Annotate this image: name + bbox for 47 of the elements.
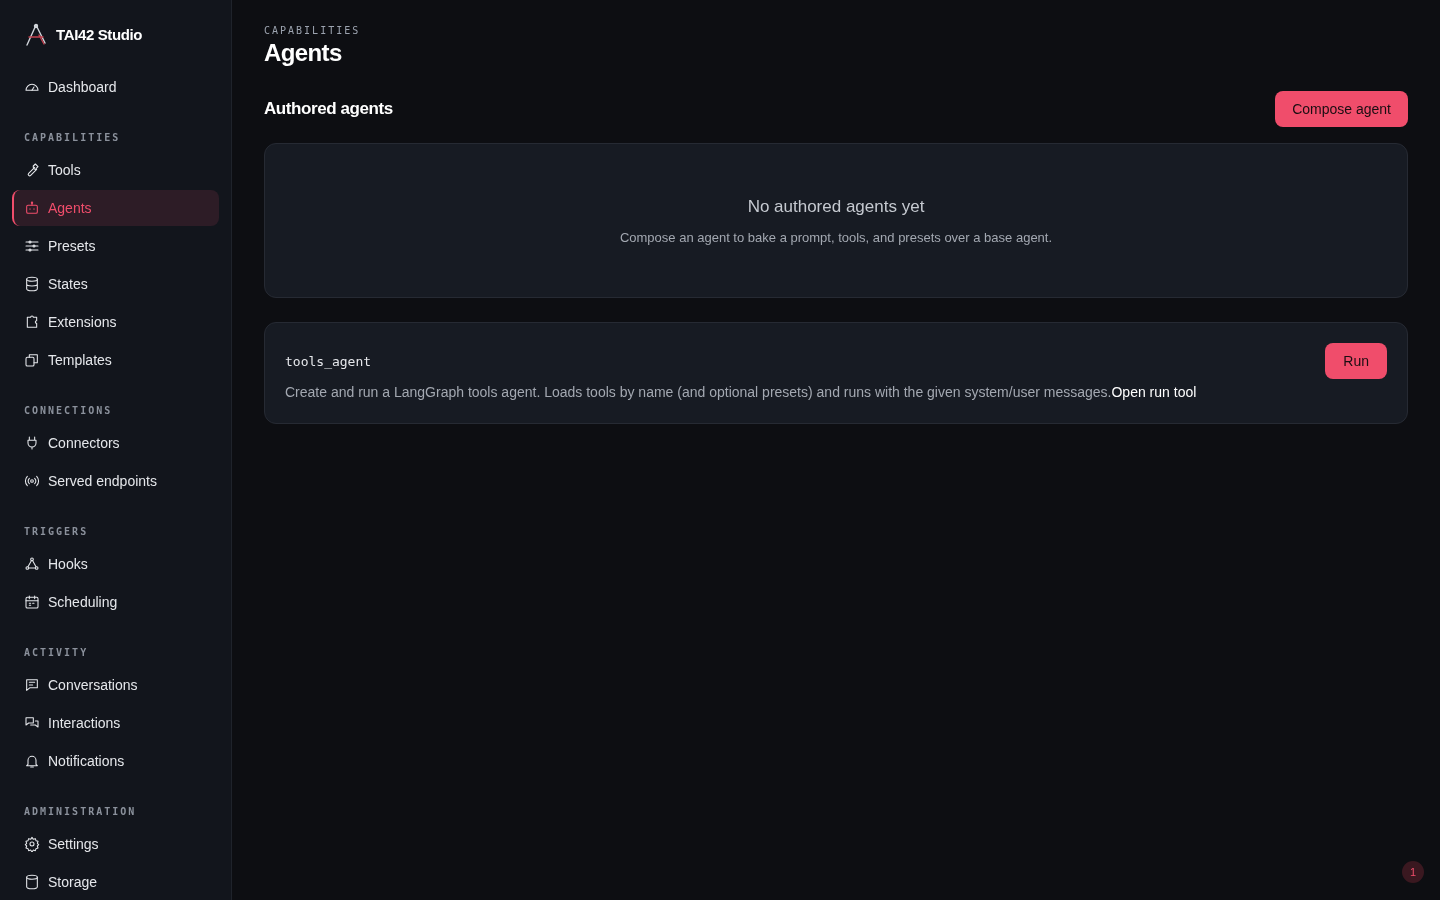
nav-item[interactable]: Agents (12, 190, 219, 226)
nav-item[interactable]: Notifications (12, 743, 219, 779)
nav-item[interactable]: Interactions (12, 705, 219, 741)
notification-badge[interactable]: 1 (1402, 861, 1424, 883)
gear-icon (24, 836, 40, 852)
plug-icon (24, 435, 40, 451)
nav-item[interactable]: Presets (12, 228, 219, 264)
empty-state-title: No authored agents yet (747, 195, 925, 218)
broadcast-icon (24, 473, 40, 489)
run-button[interactable]: Run (1325, 343, 1387, 379)
compose-agent-button[interactable]: Compose agent (1275, 91, 1408, 127)
section-heading: ADMINISTRATION (23, 806, 138, 818)
agent-name: tools_agent (285, 353, 373, 371)
nav-item[interactable]: Settings (12, 826, 219, 862)
compass-logo-icon (24, 23, 48, 47)
bell-icon (24, 753, 40, 769)
agent-description: Create and run a LangGraph tools agent. Loads tools by name (and optional presets) and runs with the given system/user messages. (285, 383, 1112, 400)
nav-item[interactable]: Tools (12, 152, 219, 188)
section-title: Authored agents (264, 98, 393, 121)
copy-icon (24, 352, 40, 368)
brand-name: TAI42 Studio (56, 24, 143, 45)
nav-item[interactable]: Conversations (12, 667, 219, 703)
section-heading: CAPABILITIES (23, 132, 122, 144)
nav-item[interactable]: Connectors (12, 425, 219, 461)
section-heading: ACTIVITY (23, 647, 90, 659)
robot-icon (24, 200, 40, 216)
nav-item[interactable]: Storage (12, 864, 219, 900)
nav-item[interactable]: States (12, 266, 219, 302)
section-heading: CONNECTIONS (23, 405, 114, 417)
puzzle-icon (24, 314, 40, 330)
nav-item[interactable]: Dashboard (12, 69, 219, 105)
nav-item[interactable]: Extensions (12, 304, 219, 340)
section-heading: TRIGGERS (23, 526, 90, 538)
nodes-icon (24, 556, 40, 572)
nav-item[interactable]: Scheduling (12, 584, 219, 620)
open-run-tool-link[interactable]: Open run tool (1111, 383, 1197, 400)
page-eyebrow: CAPABILITIES (264, 25, 362, 37)
message-icon (24, 677, 40, 693)
sliders-icon (24, 238, 40, 254)
nav-item[interactable]: Served endpoints (12, 463, 219, 499)
nav-item[interactable]: Templates (12, 342, 219, 378)
page-title: Agents (264, 38, 343, 68)
empty-state-text: Compose an agent to bake a prompt, tools, and presets over a base agent. (619, 229, 1053, 247)
nav-item[interactable]: Hooks (12, 546, 219, 582)
calendar-icon (24, 594, 40, 610)
database-icon (24, 874, 40, 890)
database-icon (24, 276, 40, 292)
